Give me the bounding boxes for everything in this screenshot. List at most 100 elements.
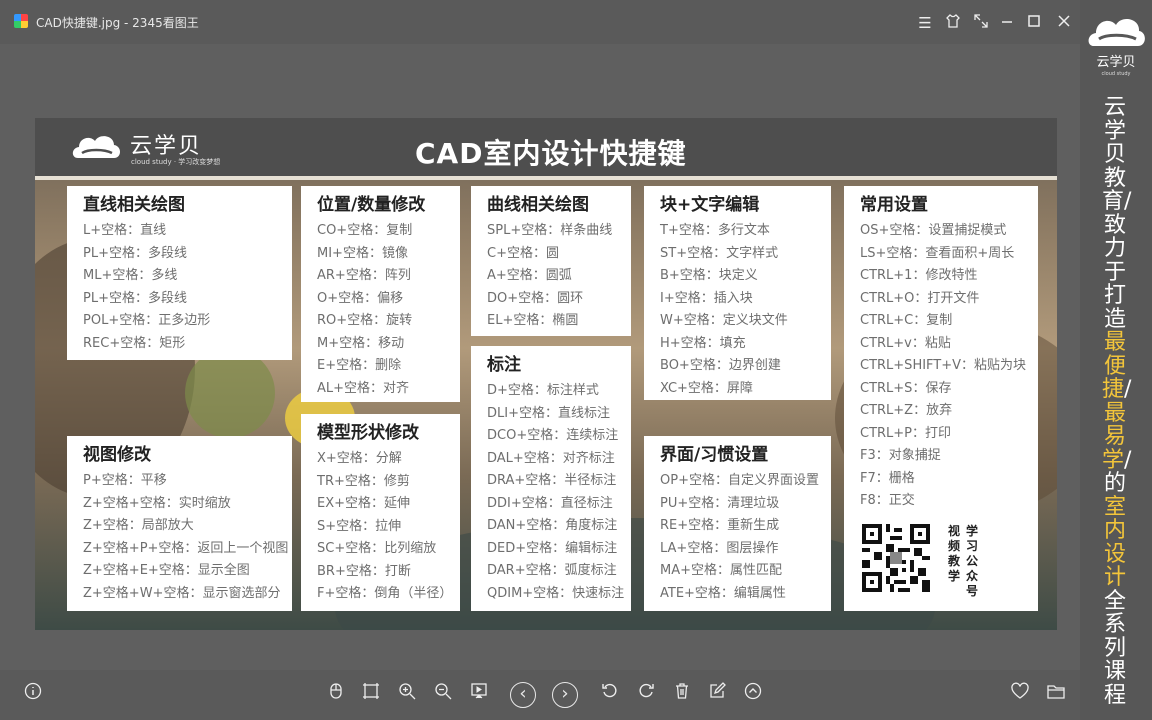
shortcut-item: PL+空格：多段线: [83, 245, 187, 261]
poster-title: CAD室内设计快捷键: [415, 137, 687, 170]
shortcut-item: E+空格：删除: [317, 358, 402, 373]
shortcut-item: ST+空格：文字样式: [660, 245, 779, 261]
slideshow-icon[interactable]: [466, 682, 492, 708]
poster-logo-text: 云学贝: [130, 134, 203, 159]
shortcut-item: DDI+空格：直径标注: [487, 495, 613, 511]
shortcut-item: Z+空格+W+空格：显示窗选部分: [83, 585, 281, 601]
shortcut-item: EX+空格：延伸: [317, 496, 411, 511]
shortcut-item: AL+空格：对齐: [317, 380, 410, 396]
more-icon[interactable]: [740, 682, 766, 708]
shortcut-item: LA+空格：图层操作: [660, 540, 779, 556]
shortcut-item: Z+空格+P+空格：返回上一个视图: [83, 540, 289, 556]
prev-icon[interactable]: ‹: [510, 682, 536, 708]
shortcut-item: POL+空格：正多边形: [83, 313, 211, 328]
shortcut-item: AR+空格：阵列: [317, 268, 411, 283]
edit-icon[interactable]: [704, 682, 730, 708]
shortcut-item: PU+空格：清理垃圾: [660, 495, 780, 511]
card-title: 界面/习惯设置: [660, 445, 769, 465]
bottom-toolbar: ‹ ›: [0, 670, 1080, 720]
shortcut-item: D+空格：标注样式: [487, 383, 599, 398]
shortcut-item: EL+空格：椭圆: [487, 313, 579, 328]
cloud-logo-icon: [72, 136, 120, 158]
shortcut-item: DLI+空格：直线标注: [487, 405, 610, 421]
shortcut-item: H+空格：填充: [660, 335, 746, 351]
card-position-modify: 位置/数量修改 CO+空格：复制 MI+空格：镜像 AR+空格：阵列 O+空格：偏移 R…: [301, 186, 460, 402]
next-icon[interactable]: ›: [552, 682, 578, 708]
card-title: 模型形状修改: [317, 423, 419, 443]
shortcut-item: MA+空格：属性匹配: [660, 563, 783, 578]
fullscreen-icon[interactable]: [970, 12, 992, 34]
card-items: T+空格：多行文本 ST+空格：文字样式 B+空格：块定义 I+空格：插入块 W+空格：…: [660, 220, 788, 400]
shortcut-item: S+空格：拉伸: [317, 518, 402, 534]
card-items: D+空格：标注样式 DLI+空格：直线标注 DCO+空格：连续标注 DAL+空格：对齐…: [487, 380, 624, 605]
shortcut-item: P+空格：平移: [83, 473, 167, 488]
favorite-icon[interactable]: [1007, 682, 1033, 708]
shortcut-item: I+空格：插入块: [660, 290, 753, 306]
card-title: 视图修改: [83, 445, 151, 465]
slogan-highlight: 最易学: [1102, 400, 1126, 473]
card-block-text: 块+文字编辑 T+空格：多行文本 ST+空格：文字样式 B+空格：块定义 I+空格：插…: [644, 186, 831, 400]
skin-icon[interactable]: [942, 12, 964, 34]
shortcut-item: TR+空格：修剪: [317, 473, 410, 489]
card-title: 常用设置: [860, 195, 928, 215]
card-items: L+空格：直线 PL+空格：多段线 ML+空格：多线 PL+空格：多段线 POL+空格：…: [83, 220, 210, 355]
card-interface-settings: 界面/习惯设置 OP+空格：自定义界面设置 PU+空格：清理垃圾 RE+空格：重新生…: [644, 436, 831, 611]
menu-icon[interactable]: ☰: [914, 12, 936, 34]
title-bar[interactable]: CAD快捷键.jpg - 2345看图王 ☰: [0, 0, 1080, 44]
shortcut-item: F7：栅格: [860, 470, 915, 486]
shortcut-item: DED+空格：编辑标注: [487, 540, 618, 556]
shortcut-item: F8：正交: [860, 493, 915, 508]
card-items: OS+空格：设置捕捉模式 LS+空格：查看面积+周长 CTRL+1：修改特性 CTRL…: [860, 220, 1026, 513]
shortcut-item: ATE+空格：编辑属性: [660, 585, 786, 601]
shortcut-item: DO+空格：圆环: [487, 290, 584, 306]
shortcut-item: B+空格：块定义: [660, 268, 758, 283]
card-title: 直线相关绘图: [83, 195, 185, 215]
card-title: 位置/数量修改: [317, 195, 426, 215]
shortcut-item: ML+空格：多线: [83, 268, 178, 283]
poster-image: 云学贝 cloud study · 学习改变梦想 CAD室内设计快捷键 直线相关…: [35, 118, 1057, 630]
app-icon: [14, 14, 28, 28]
shortcut-item: CTRL+v：粘贴: [860, 335, 951, 351]
card-items: CO+空格：复制 MI+空格：镜像 AR+空格：阵列 O+空格：偏移 RO+空格：旋转 M…: [317, 220, 412, 400]
image-viewer-window: CAD快捷键.jpg - 2345看图王 ☰ 云学贝 cloud study ·…: [0, 0, 1080, 720]
zoom-out-icon[interactable]: [430, 682, 456, 708]
zoom-in-icon[interactable]: [394, 682, 420, 708]
shortcut-item: L+空格：直线: [83, 223, 167, 238]
shortcut-item: F3：对象捕捉: [860, 448, 941, 463]
shortcut-item: OS+空格：设置捕捉模式: [860, 223, 1007, 238]
shortcut-item: DAN+空格：角度标注: [487, 518, 618, 533]
shortcut-item: REC+空格：矩形: [83, 335, 186, 351]
info-icon[interactable]: [20, 682, 46, 708]
shortcut-item: RE+空格：重新生成: [660, 518, 780, 533]
shortcut-item: QDIM+空格：快速标注: [487, 585, 625, 601]
maximize-icon[interactable]: [1023, 12, 1045, 34]
shortcut-item: CTRL+Z：放弃: [860, 403, 953, 418]
shortcut-item: W+空格：定义块文件: [660, 313, 788, 328]
rotate-left-icon[interactable]: [597, 682, 623, 708]
shortcut-item: DRA+空格：半径标注: [487, 473, 617, 488]
shortcut-item: CTRL+C：复制: [860, 313, 953, 328]
shortcut-item: OP+空格：自定义界面设置: [660, 473, 819, 488]
window-title: CAD快捷键.jpg - 2345看图王: [36, 16, 199, 30]
shortcut-item: MI+空格：镜像: [317, 245, 408, 261]
rotate-right-icon[interactable]: [633, 682, 659, 708]
shortcut-item: CTRL+SHIFT+V：粘贴为块: [860, 358, 1027, 373]
shortcut-item: RO+空格：旋转: [317, 313, 413, 328]
card-line-drawing: 直线相关绘图 L+空格：直线 PL+空格：多段线 ML+空格：多线 PL+空格：多段线…: [67, 186, 292, 360]
folder-icon[interactable]: [1043, 682, 1069, 708]
shortcut-item: M+空格：移动: [317, 335, 405, 351]
delete-icon[interactable]: [669, 682, 695, 708]
card-shape-modify: 模型形状修改 X+空格：分解 TR+空格：修剪 EX+空格：延伸 S+空格：拉伸 SC+…: [301, 414, 460, 611]
card-items: SPL+空格：样条曲线 C+空格：圆 A+空格：圆弧 DO+空格：圆环 EL+空格：椭圆: [487, 220, 612, 333]
shortcut-item: LS+空格：查看面积+周长: [860, 245, 1015, 261]
actual-size-icon[interactable]: [358, 682, 384, 708]
brand-logo-text: 云学贝: [1096, 54, 1135, 70]
minimize-icon[interactable]: [996, 12, 1018, 34]
rotate-view-icon[interactable]: [323, 682, 349, 708]
header-stripe: [35, 176, 1057, 180]
brand-logo-sub: cloud study: [1102, 71, 1131, 77]
card-curve-drawing: 曲线相关绘图 SPL+空格：样条曲线 C+空格：圆 A+空格：圆弧 DO+空格：圆环 E…: [471, 186, 631, 336]
shortcut-item: SC+空格：比列缩放: [317, 541, 437, 556]
brand-slogan: 云学贝教育/致力于打造最便捷/最易学/的室内设计全系列课程: [1102, 95, 1132, 708]
close-icon[interactable]: [1053, 12, 1075, 34]
